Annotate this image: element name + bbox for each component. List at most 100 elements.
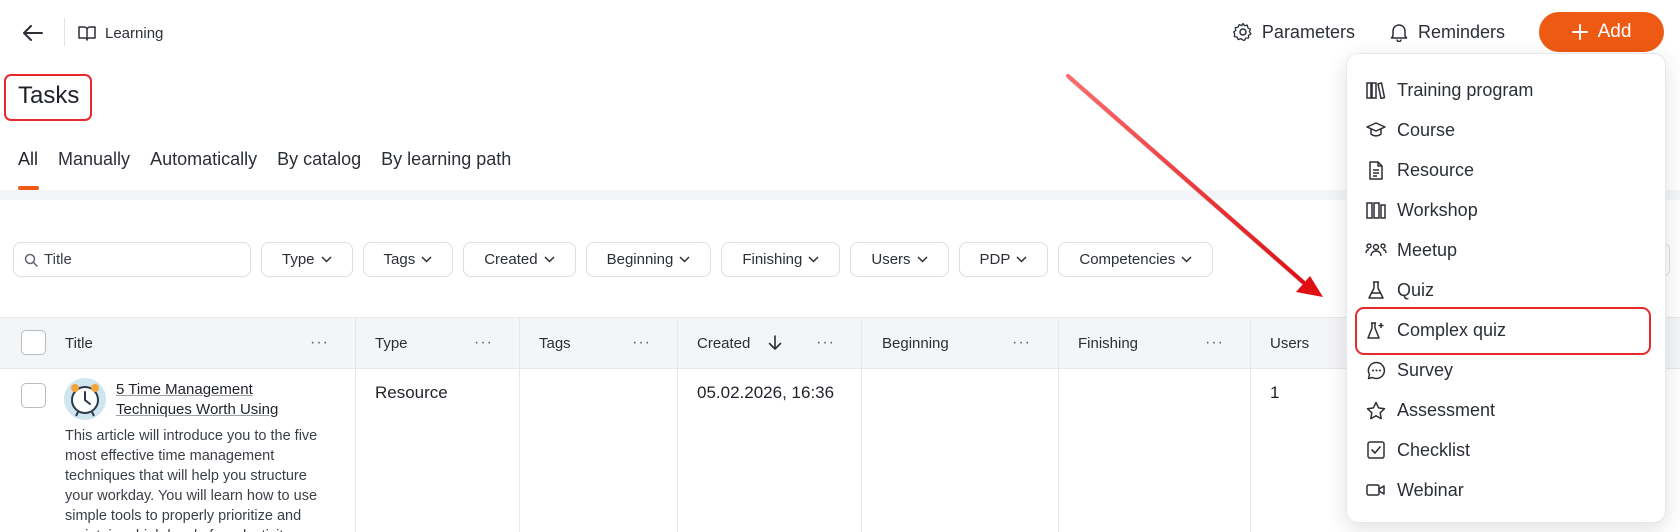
document-icon (1369, 160, 1383, 180)
filter-tags[interactable]: Tags (362, 242, 454, 277)
menu-item-meetup[interactable]: Meetup (1365, 234, 1457, 266)
search-input[interactable]: Title (13, 242, 251, 277)
page-title: Tasks (18, 82, 80, 109)
tab-by-catalog[interactable]: By catalog (277, 149, 361, 170)
menu-item-course[interactable]: Course (1365, 114, 1455, 146)
chevron-down-icon (808, 256, 819, 263)
filter-competencies[interactable]: Competencies (1058, 242, 1214, 277)
column-divider (1058, 317, 1059, 532)
filter-label: Users (871, 251, 911, 268)
parameters-button[interactable]: Parameters (1232, 12, 1355, 52)
chevron-down-icon (679, 256, 690, 263)
add-menu: Training program Course Resource Worksho… (1346, 53, 1666, 523)
filter-label: Tags (383, 251, 416, 268)
filter-pdp[interactable]: PDP (958, 242, 1049, 277)
search-icon (24, 253, 38, 267)
column-menu-finishing[interactable]: ··· (1205, 318, 1224, 368)
chevron-down-icon (1016, 256, 1027, 263)
books-icon (1366, 82, 1386, 99)
row-title-link[interactable]: 5 Time Management Techniques Worth Using (116, 380, 296, 420)
menu-item-resource[interactable]: Resource (1365, 154, 1474, 186)
menu-item-label: Quiz (1397, 279, 1435, 300)
select-all-checkbox[interactable] (21, 330, 46, 355)
column-header-type[interactable]: Type (375, 318, 408, 368)
workshop-icon (1366, 202, 1386, 219)
column-header-created[interactable]: Created (697, 318, 750, 368)
row-users: 1 (1270, 383, 1280, 402)
filter-bar: Title Type Tags Created Beginning Finish… (13, 242, 1223, 277)
menu-item-quiz[interactable]: Quiz (1365, 274, 1434, 306)
menu-item-label: Course (1397, 119, 1456, 140)
filter-label: Competencies (1079, 251, 1176, 268)
column-menu-created[interactable]: ··· (816, 318, 835, 368)
column-header-finishing[interactable]: Finishing (1078, 318, 1138, 368)
menu-item-training-program[interactable]: Training program (1365, 74, 1533, 106)
arrow-left-icon (23, 25, 43, 41)
menu-item-label: Training program (1397, 79, 1534, 100)
filter-label: PDP (979, 251, 1011, 268)
menu-item-webinar[interactable]: Webinar (1365, 474, 1464, 506)
bell-icon (1390, 24, 1408, 42)
filter-label: Type (282, 251, 315, 268)
column-header-users[interactable]: Users (1270, 318, 1309, 368)
tab-by-learning-path[interactable]: By learning path (381, 149, 511, 170)
reminders-button[interactable]: Reminders (1389, 12, 1505, 52)
plus-icon (1571, 24, 1588, 40)
column-divider (355, 317, 356, 532)
column-header-title[interactable]: Title (65, 318, 93, 368)
menu-item-checklist[interactable]: Checklist (1365, 434, 1470, 466)
filter-type[interactable]: Type (261, 242, 353, 277)
menu-item-label: Meetup (1397, 239, 1458, 260)
row-description: This article will introduce you to the f… (65, 428, 318, 532)
chevron-down-icon (917, 256, 928, 263)
reminders-label: Reminders (1417, 21, 1505, 42)
menu-item-survey[interactable]: Survey (1365, 354, 1453, 386)
column-header-beginning[interactable]: Beginning (882, 318, 949, 368)
column-divider (861, 317, 862, 532)
column-header-tags[interactable]: Tags (539, 318, 571, 368)
complex-quiz-annotation-box (1355, 307, 1651, 355)
filter-created[interactable]: Created (463, 242, 576, 277)
filter-label: Finishing (742, 251, 803, 268)
filter-users[interactable]: Users (850, 242, 949, 277)
parameters-label: Parameters (1261, 21, 1355, 42)
add-button-label: Add (1597, 21, 1632, 42)
menu-item-label: Workshop (1397, 199, 1478, 220)
column-menu-type[interactable]: ··· (474, 318, 493, 368)
graduation-cap-icon (1366, 122, 1386, 137)
menu-item-label: Assessment (1397, 399, 1496, 420)
flask-icon (1368, 280, 1384, 299)
add-button[interactable]: Add (1539, 12, 1664, 52)
clock-thumbnail (64, 378, 106, 420)
column-menu-title[interactable]: ··· (310, 318, 329, 368)
breadcrumb-label: Learning (105, 24, 164, 42)
breadcrumb[interactable]: Learning (78, 20, 163, 46)
column-menu-tags[interactable]: ··· (632, 318, 651, 368)
tab-automatically[interactable]: Automatically (150, 149, 257, 170)
sort-desc-icon[interactable] (768, 318, 782, 368)
chevron-down-icon (1181, 256, 1192, 263)
row-checkbox[interactable] (21, 383, 46, 408)
menu-item-assessment[interactable]: Assessment (1365, 394, 1495, 426)
back-button[interactable] (20, 20, 46, 46)
menu-item-label: Webinar (1397, 479, 1464, 500)
tab-all[interactable]: All (18, 149, 38, 170)
row-created: 05.02.2026, 16:36 (697, 383, 835, 402)
filter-finishing[interactable]: Finishing (721, 242, 841, 277)
menu-item-label: Survey (1397, 359, 1454, 380)
tab-manually[interactable]: Manually (58, 149, 130, 170)
filter-beginning[interactable]: Beginning (585, 242, 712, 277)
column-divider (519, 317, 520, 532)
chevron-down-icon (321, 256, 332, 263)
gear-icon (1232, 22, 1252, 42)
menu-item-label: Resource (1397, 159, 1475, 180)
header-divider (64, 18, 65, 46)
checkbox-icon (1367, 441, 1385, 459)
column-divider (677, 317, 678, 532)
menu-item-workshop[interactable]: Workshop (1365, 194, 1478, 226)
video-icon (1366, 484, 1385, 496)
chat-icon (1367, 361, 1385, 379)
filter-label: Beginning (606, 251, 674, 268)
column-divider (1250, 317, 1251, 532)
column-menu-beginning[interactable]: ··· (1012, 318, 1031, 368)
